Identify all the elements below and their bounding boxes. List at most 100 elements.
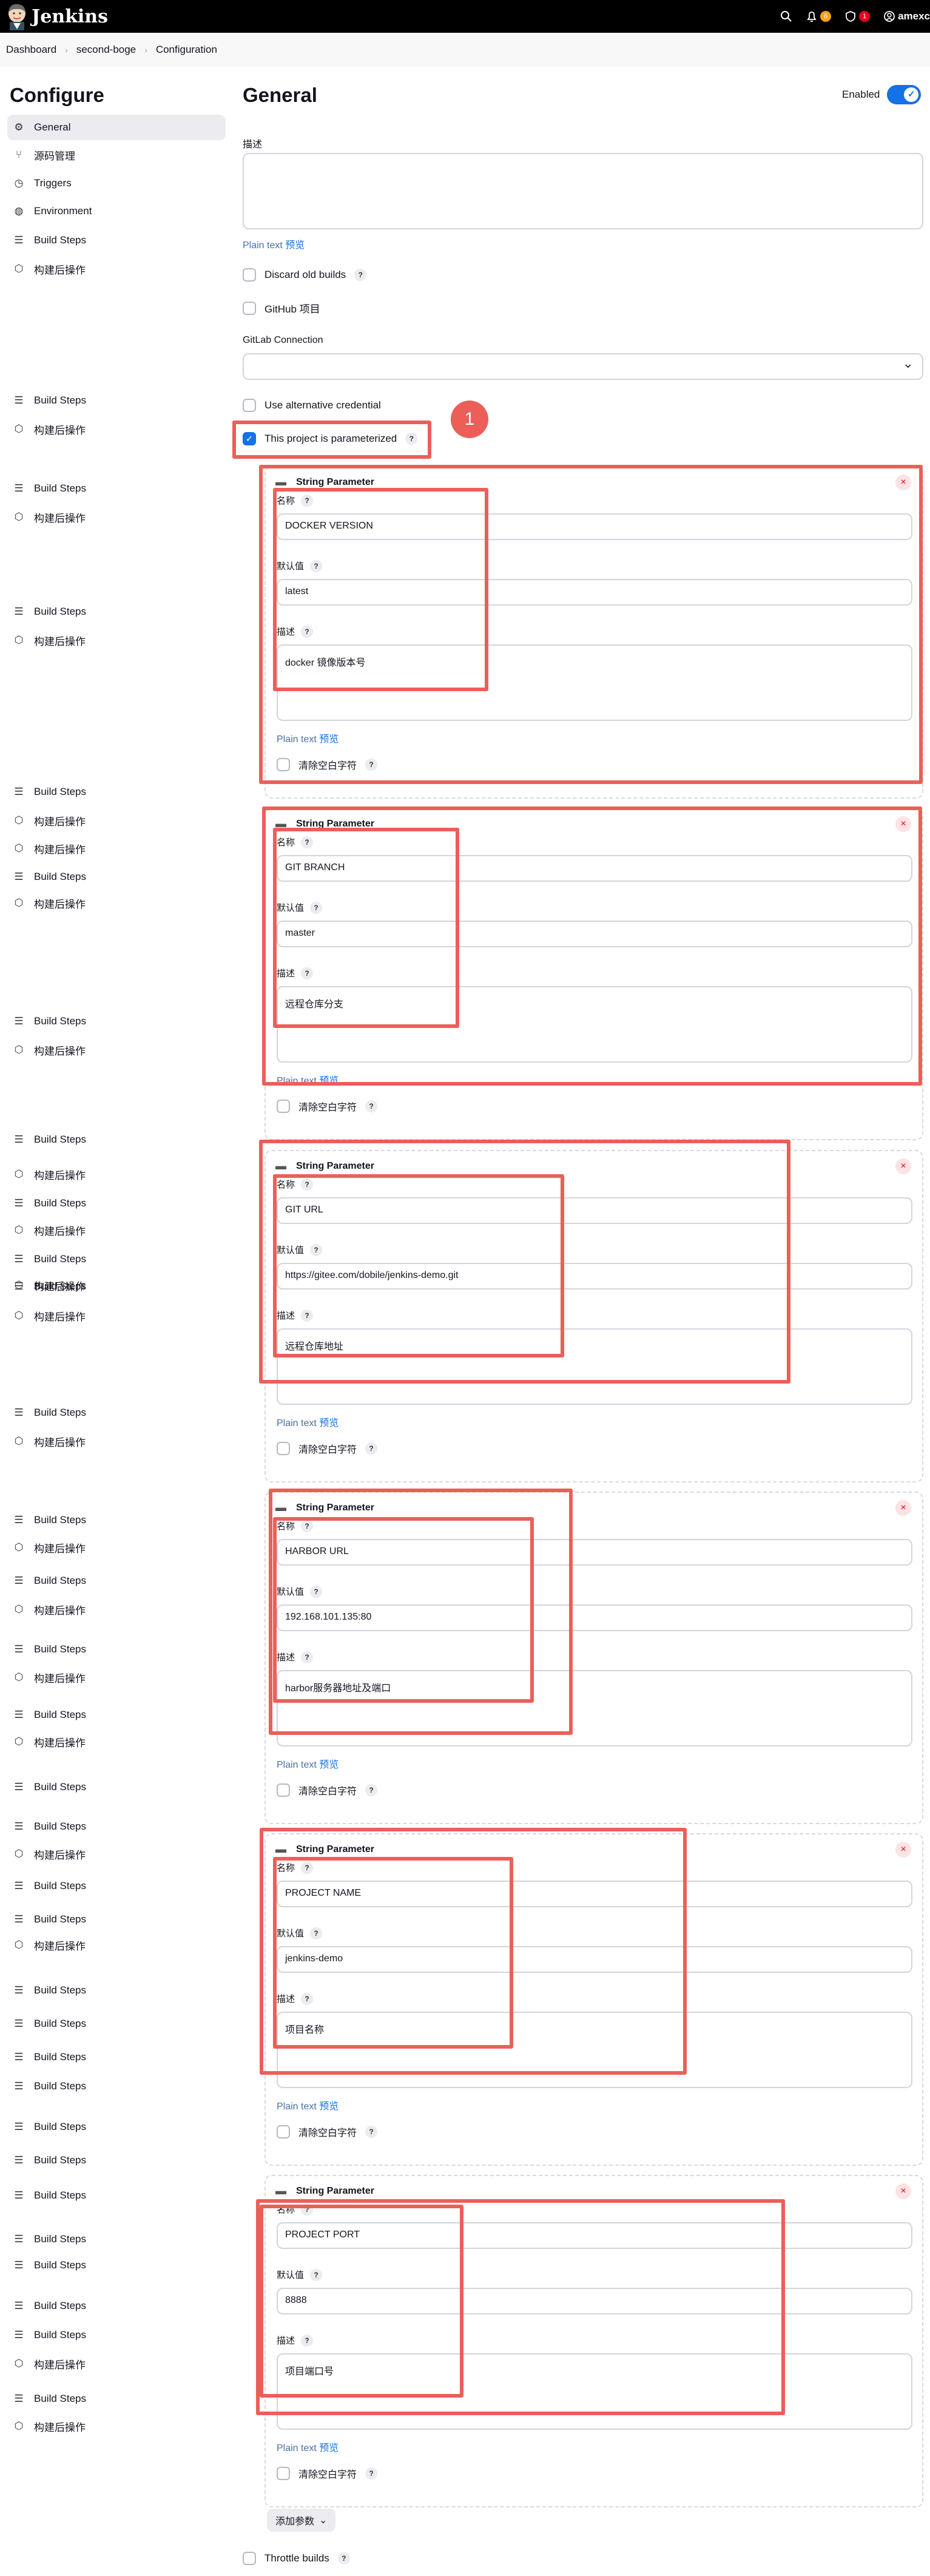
security-button[interactable]: 1 — [844, 10, 871, 22]
sidebar-item[interactable]: ☰ Build Steps — [7, 1191, 226, 1216]
trim-checkbox[interactable] — [277, 1100, 290, 1113]
breadcrumb-job[interactable]: second-boge — [76, 44, 136, 56]
trim-checkbox[interactable] — [277, 758, 290, 771]
param-default-input[interactable]: 8888 — [277, 2288, 912, 2314]
sidebar-item[interactable]: ☰ Build Steps — [7, 2183, 226, 2208]
trim-checkbox[interactable] — [277, 1442, 290, 1455]
sidebar-item[interactable]: ⬡ 构建后操作 — [7, 1535, 226, 1560]
close-icon[interactable]: × — [895, 1842, 911, 1858]
help-icon[interactable]: ? — [337, 2552, 350, 2564]
help-icon[interactable]: ? — [310, 1927, 323, 1939]
drag-handle-icon[interactable]: ▬ — [275, 817, 286, 830]
sidebar-item[interactable]: ⬡ 构建后操作 — [7, 2413, 226, 2439]
close-icon[interactable]: × — [895, 816, 911, 832]
help-icon[interactable]: ? — [310, 1585, 323, 1598]
close-icon[interactable]: × — [895, 1500, 911, 1516]
help-icon[interactable]: ? — [365, 1784, 378, 1796]
preview-link[interactable]: 预览 — [319, 734, 339, 745]
sidebar-item[interactable]: ☰ Build Steps — [7, 2044, 226, 2070]
drag-handle-icon[interactable]: ▬ — [275, 1160, 286, 1172]
help-icon[interactable]: ? — [301, 1992, 314, 2005]
search-icon[interactable] — [780, 10, 792, 22]
sidebar-item[interactable]: ⑂ 源码管理 — [7, 142, 226, 167]
drag-handle-icon[interactable]: ▬ — [275, 476, 286, 488]
sidebar-item[interactable]: ☰ Build Steps — [7, 864, 226, 890]
sidebar-item[interactable]: ☰ Build Steps — [7, 2253, 226, 2278]
help-icon[interactable]: ? — [301, 494, 314, 507]
param-default-input[interactable]: 192.168.101.135:80 — [277, 1604, 912, 1631]
drag-handle-icon[interactable]: ▬ — [275, 1501, 286, 1514]
gitlab-connection-select[interactable] — [243, 353, 923, 380]
param-desc-textarea[interactable]: 项目端口号 — [277, 2353, 912, 2430]
brand-name[interactable]: Jenkins — [32, 6, 108, 27]
help-icon[interactable]: ? — [365, 2126, 378, 2138]
param-desc-textarea[interactable]: harbor服务器地址及端口 — [277, 1670, 912, 1746]
param-desc-textarea[interactable]: 远程仓库地址 — [277, 1328, 912, 1405]
enabled-toggle[interactable] — [887, 85, 922, 104]
trim-checkbox[interactable] — [277, 2467, 290, 2480]
help-icon[interactable]: ? — [301, 1651, 314, 1663]
help-icon[interactable]: ? — [301, 1520, 314, 1532]
help-icon[interactable]: ? — [354, 269, 367, 281]
param-default-input[interactable]: jenkins-demo — [277, 1946, 912, 1973]
sidebar-item[interactable]: ◷ Triggers — [7, 171, 226, 196]
sidebar-item[interactable]: ⬡ 构建后操作 — [7, 1428, 226, 1454]
sidebar-item[interactable]: ⬡ 构建后操作 — [7, 1161, 226, 1187]
sidebar-item[interactable]: ☰ Build Steps — [7, 2148, 226, 2173]
sidebar-item[interactable]: ☰ Build Steps — [7, 1978, 226, 2003]
help-icon[interactable]: ? — [301, 2203, 314, 2216]
sidebar-item[interactable]: ☰ Build Steps — [7, 2293, 226, 2319]
param-name-input[interactable]: GIT URL — [277, 1197, 912, 1224]
sidebar-item[interactable]: ⬡ 构建后操作 — [7, 1841, 226, 1867]
close-icon[interactable]: × — [895, 2183, 911, 2199]
param-desc-textarea[interactable]: 远程仓库分支 — [277, 986, 912, 1063]
sidebar-item[interactable]: ☰ Build Steps — [7, 1814, 226, 1839]
sidebar-item[interactable]: ⚙ General — [7, 115, 226, 140]
help-icon[interactable]: ? — [310, 1243, 323, 1256]
preview-link[interactable]: 预览 — [319, 1418, 339, 1428]
notifications-button[interactable]: 6 — [806, 10, 832, 22]
throttle-builds-checkbox[interactable] — [243, 2552, 256, 2565]
sidebar-item[interactable]: ☰ Build Steps — [7, 1568, 226, 1594]
trim-checkbox[interactable] — [277, 2125, 290, 2138]
breadcrumb-dashboard[interactable]: Dashboard — [6, 44, 56, 56]
help-icon[interactable]: ? — [301, 625, 314, 638]
sidebar-item[interactable]: ⬡ 构建后操作 — [7, 836, 226, 861]
sidebar-item[interactable]: ☰ Build Steps — [7, 2114, 226, 2140]
sidebar-item[interactable]: ☰ Build Steps — [7, 2386, 226, 2412]
alt-credential-checkbox[interactable] — [243, 399, 256, 412]
preview-link[interactable]: 预览 — [319, 2443, 339, 2453]
sidebar-item[interactable]: ☰ Build Steps — [7, 1009, 226, 1034]
sidebar-item[interactable]: ⬡ 构建后操作 — [7, 1729, 226, 1754]
param-default-input[interactable]: https://gitee.com/dobile/jenkins-demo.gi… — [277, 1263, 912, 1290]
sidebar-item[interactable]: ☰ Build Steps — [7, 1274, 226, 1299]
sidebar-item[interactable]: ⬡ 构建后操作 — [7, 627, 226, 653]
sidebar-item[interactable]: ☰ Build Steps — [7, 1127, 226, 1152]
close-icon[interactable]: × — [895, 1158, 911, 1174]
help-icon[interactable]: ? — [301, 836, 314, 848]
sidebar-item[interactable]: ☰ Build Steps — [7, 1400, 226, 1425]
param-name-input[interactable]: PROJECT PORT — [277, 2222, 912, 2249]
param-name-input[interactable]: DOCKER VERSION — [277, 513, 912, 540]
sidebar-item[interactable]: ☰ Build Steps — [7, 1507, 226, 1533]
sidebar-item[interactable]: ⬡ 构建后操作 — [7, 1217, 226, 1243]
help-icon[interactable]: ? — [301, 1178, 314, 1191]
help-icon[interactable]: ? — [405, 433, 418, 445]
param-default-input[interactable]: latest — [277, 579, 912, 606]
help-icon[interactable]: ? — [301, 1861, 314, 1874]
sidebar-item[interactable]: ☰ Build Steps — [7, 476, 226, 501]
sidebar-item[interactable]: ☰ Build Steps — [7, 1774, 226, 1800]
param-default-input[interactable]: master — [277, 921, 912, 947]
drag-handle-icon[interactable]: ▬ — [275, 2185, 286, 2197]
help-icon[interactable]: ? — [310, 559, 323, 572]
preview-link[interactable]: 预览 — [319, 2101, 339, 2112]
sidebar-item[interactable]: ⬡ 构建后操作 — [7, 890, 226, 916]
sidebar-item[interactable]: ⬡ 构建后操作 — [7, 256, 226, 282]
sidebar-item[interactable]: ⬡ 构建后操作 — [7, 1665, 226, 1690]
user-menu[interactable]: amexc — [883, 10, 930, 22]
param-name-input[interactable]: PROJECT NAME — [277, 1881, 912, 1907]
sidebar-item[interactable]: ☰ Build Steps — [7, 779, 226, 805]
sidebar-item[interactable]: ☰ Build Steps — [7, 1702, 226, 1728]
drag-handle-icon[interactable]: ▬ — [275, 1843, 286, 1856]
sidebar-item[interactable]: ☰ Build Steps — [7, 2074, 226, 2099]
